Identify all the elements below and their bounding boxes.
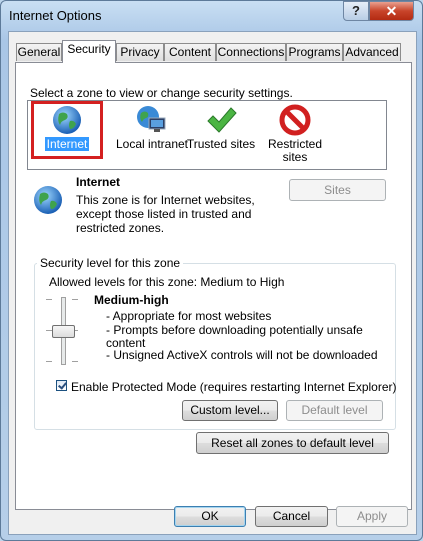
zone-restricted-sites-label-line1: Restricted [267, 137, 323, 151]
default-level-button[interactable]: Default level [286, 400, 383, 421]
zone-list[interactable]: Internet Local intranet Trusted sites Re… [27, 100, 387, 170]
tab-advanced[interactable]: Advanced [343, 43, 401, 61]
tab-privacy[interactable]: Privacy [116, 43, 164, 61]
title-bar[interactable]: Internet Options ? ✕ [1, 1, 422, 31]
zone-restricted-sites[interactable]: Restricted sites [260, 104, 330, 164]
custom-level-button[interactable]: Custom level... [182, 400, 278, 421]
zone-trusted-sites-label: Trusted sites [186, 137, 256, 151]
cancel-button[interactable]: Cancel [255, 506, 328, 527]
slider-tick [46, 361, 52, 362]
help-button[interactable]: ? [343, 1, 369, 21]
tab-general[interactable]: General [16, 43, 62, 61]
checkmark-icon [207, 107, 237, 133]
intranet-icon [137, 106, 166, 132]
zone-local-intranet-label: Local intranet [115, 137, 189, 151]
level-bullet: - Unsigned ActiveX controls will not be … [106, 348, 378, 362]
selected-zone-description-line1: This zone is for Internet websites, [76, 193, 255, 207]
selected-zone-description-line2: except those listed in trusted and [76, 207, 252, 221]
window-title: Internet Options [9, 8, 102, 23]
level-bullet: - Appropriate for most websites [106, 309, 272, 323]
tab-programs[interactable]: Programs [286, 43, 343, 61]
protected-mode-label[interactable]: Enable Protected Mode (requires restarti… [71, 380, 397, 394]
allowed-levels-text: Allowed levels for this zone: Medium to … [49, 275, 285, 289]
zone-internet-label: Internet [44, 137, 90, 151]
globe-icon [53, 106, 81, 134]
level-bullet: - Prompts before downloading potentially… [106, 323, 363, 337]
zone-local-intranet[interactable]: Local intranet [110, 104, 194, 151]
selected-zone-description-line3: restricted zones. [76, 221, 165, 235]
zone-prompt: Select a zone to view or change security… [30, 86, 293, 100]
restricted-icon [279, 104, 311, 136]
internet-options-window: Internet Options ? ✕ General Security Pr… [0, 0, 423, 541]
security-level-slider-thumb[interactable] [52, 325, 75, 338]
apply-button[interactable]: Apply [336, 506, 408, 527]
selected-zone-globe-icon [34, 186, 62, 214]
security-level-group-title: Security level for this zone [37, 256, 184, 270]
slider-tick [72, 299, 78, 300]
slider-tick [46, 299, 52, 300]
zone-restricted-sites-label-line2: sites [282, 150, 308, 164]
protected-mode-checkbox[interactable] [56, 380, 67, 391]
tab-content[interactable]: Content [164, 43, 216, 61]
zone-internet[interactable]: Internet [31, 101, 103, 159]
zone-trusted-sites[interactable]: Trusted sites [186, 104, 256, 151]
security-level-name: Medium-high [94, 293, 169, 307]
selected-zone-name: Internet [76, 175, 121, 189]
ok-button[interactable]: OK [174, 506, 246, 527]
tab-connections[interactable]: Connections [216, 43, 286, 61]
tab-security[interactable]: Security [62, 40, 116, 63]
slider-tick [72, 361, 78, 362]
close-button[interactable]: ✕ [369, 1, 414, 21]
sites-button[interactable]: Sites [289, 179, 386, 201]
reset-all-zones-button[interactable]: Reset all zones to default level [196, 432, 389, 454]
